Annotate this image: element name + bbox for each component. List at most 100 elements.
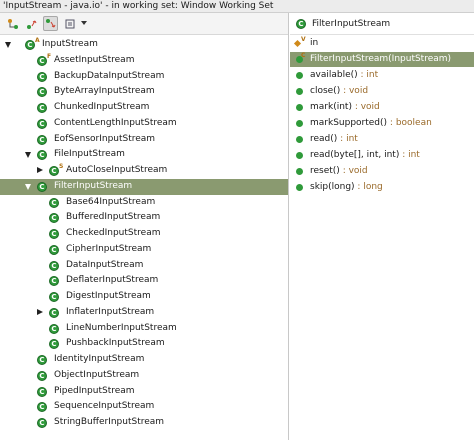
class-icon: C [49, 307, 59, 318]
tree-row[interactable]: C DataInputStream [0, 258, 288, 274]
tree-row[interactable]: C F AssetInputStream [0, 53, 288, 69]
tree-row-label: ByteArrayInputStream [54, 86, 155, 97]
type-hierarchy-icon [7, 18, 18, 29]
member-name: read(byte[], int, int) [310, 150, 400, 160]
member-name: mark(int) [310, 102, 352, 112]
class-icon: C [37, 402, 47, 413]
member-type-separator: : [337, 134, 347, 144]
member-label: skip(long) : long [310, 182, 383, 192]
tree-row-label: IdentityInputStream [54, 354, 145, 364]
tree-row-label: DataInputStream [66, 259, 144, 270]
class-icon: C [49, 166, 59, 176]
member-label: markSupported() : boolean [310, 118, 432, 128]
view-menu-chevron-icon[interactable] [81, 21, 87, 25]
subtype-hierarchy-icon [45, 18, 55, 27]
tree-row-label: AutoCloseInputStream [66, 165, 168, 175]
class-icon: C [37, 87, 47, 98]
class-icon: C [49, 292, 59, 302]
tree-row[interactable]: C LineNumberInputStream [0, 321, 288, 337]
tree-row-label: CipherInputStream [66, 243, 152, 254]
member-return-type: int [408, 150, 420, 160]
method-icon [296, 120, 303, 127]
member-method-row[interactable]: skip(long) : long [290, 180, 474, 195]
collapse-chevron-icon[interactable] [25, 152, 31, 159]
tree-row[interactable]: C CheckedInputStream [0, 226, 288, 242]
tree-row[interactable]: C InflaterInputStream [0, 305, 288, 321]
expand-chevron-icon[interactable] [37, 167, 43, 173]
member-name: available() [310, 70, 358, 80]
member-method-row[interactable]: read() : int [290, 132, 474, 147]
member-label: close() : void [310, 86, 368, 96]
member-method-row[interactable]: C FilterInputStream(InputStream) [290, 52, 474, 67]
tree-row[interactable]: C StringBufferInputStream [0, 415, 288, 431]
member-method-row[interactable]: available() : int [290, 68, 474, 83]
tree-row[interactable]: C Base64InputStream [0, 195, 288, 211]
tree-row[interactable]: C FileInputStream [0, 147, 288, 163]
class-icon: C [49, 276, 59, 287]
tree-row-label: InputStream [42, 39, 98, 49]
tree-row[interactable]: C DeflaterInputStream [0, 273, 288, 289]
member-label: available() : int [310, 70, 378, 80]
tree-row[interactable]: C EofSensorInputStream [0, 132, 288, 148]
tree-row-label: SequenceInputStream [54, 401, 155, 412]
tree-row-label: Base64InputStream [66, 196, 156, 207]
member-name: reset() [310, 166, 340, 176]
member-method-row[interactable]: read(byte[], int, int) : int [290, 148, 474, 163]
member-return-type: boolean [395, 118, 432, 128]
tree-row[interactable]: C CipherInputStream [0, 242, 288, 258]
field-icon [293, 39, 302, 48]
class-icon: C [37, 418, 47, 428]
window-title: 'InputStream - java.io' - in working set… [0, 0, 474, 13]
tree-row[interactable]: C A InputStream [0, 37, 288, 53]
class-icon: C [296, 19, 306, 29]
tree-row[interactable]: C FilterInputStream [0, 178, 288, 195]
modifier-badge-icon: V [301, 36, 306, 43]
subtype-hierarchy-button[interactable] [43, 16, 58, 31]
tree-row[interactable]: C S AutoCloseInputStream [0, 163, 288, 179]
supertype-hierarchy-button[interactable] [24, 16, 39, 31]
expand-chevron-icon[interactable] [37, 308, 43, 315]
tree-row-label: DigestInputStream [66, 291, 151, 301]
member-type-separator: : [399, 150, 409, 160]
method-icon [296, 72, 303, 79]
class-icon: C [37, 150, 47, 161]
tree-row[interactable]: C PipedInputStream [0, 384, 288, 400]
class-icon: C [25, 40, 35, 50]
tree-row[interactable]: C ObjectInputStream [0, 368, 288, 384]
class-icon: C [37, 386, 47, 397]
member-method-row[interactable]: reset() : void [290, 164, 474, 179]
collapse-chevron-icon[interactable] [5, 42, 11, 48]
member-method-row[interactable]: mark(int) : void [290, 100, 474, 115]
member-field-row[interactable]: Vin [290, 36, 474, 51]
hierarchy-toolbar [0, 13, 288, 35]
tree-row[interactable]: C SequenceInputStream [0, 399, 288, 415]
tree-row-label: FilterInputStream [54, 180, 133, 191]
method-icon [296, 104, 303, 111]
class-icon: C [37, 134, 47, 145]
class-icon: C [49, 213, 59, 224]
type-hierarchy-button[interactable] [5, 16, 20, 31]
tree-row[interactable]: C BackupDataInputStream [0, 69, 288, 85]
collapse-chevron-icon[interactable] [25, 183, 31, 190]
tree-row-label: PushbackInputStream [66, 338, 165, 349]
class-icon: C [37, 181, 47, 192]
members-pane: C FilterInputStream Vin C FilterInputStrea… [290, 13, 474, 440]
class-icon: C [49, 323, 59, 334]
class-icon: C [37, 118, 47, 129]
member-method-row[interactable]: close() : void [290, 84, 474, 99]
tree-row[interactable]: C ContentLengthInputStream [0, 116, 288, 132]
tree-row[interactable]: C PushbackInputStream [0, 336, 288, 352]
tree-row[interactable]: C DigestInputStream [0, 289, 288, 305]
tree-row[interactable]: C ChunkedInputStream [0, 100, 288, 116]
member-method-row[interactable]: markSupported() : boolean [290, 116, 474, 131]
method-icon [296, 136, 303, 143]
tree-row-label: FileInputStream [54, 149, 125, 160]
tree-row-label: PipedInputStream [54, 385, 135, 396]
method-icon [296, 88, 303, 95]
tree-row-label: BufferedInputStream [66, 212, 161, 223]
tree-row[interactable]: C ByteArrayInputStream [0, 84, 288, 100]
tree-row[interactable]: C IdentityInputStream [0, 352, 288, 368]
class-icon: C [49, 197, 59, 208]
tree-row[interactable]: C BufferedInputStream [0, 210, 288, 226]
history-button[interactable] [62, 16, 77, 31]
